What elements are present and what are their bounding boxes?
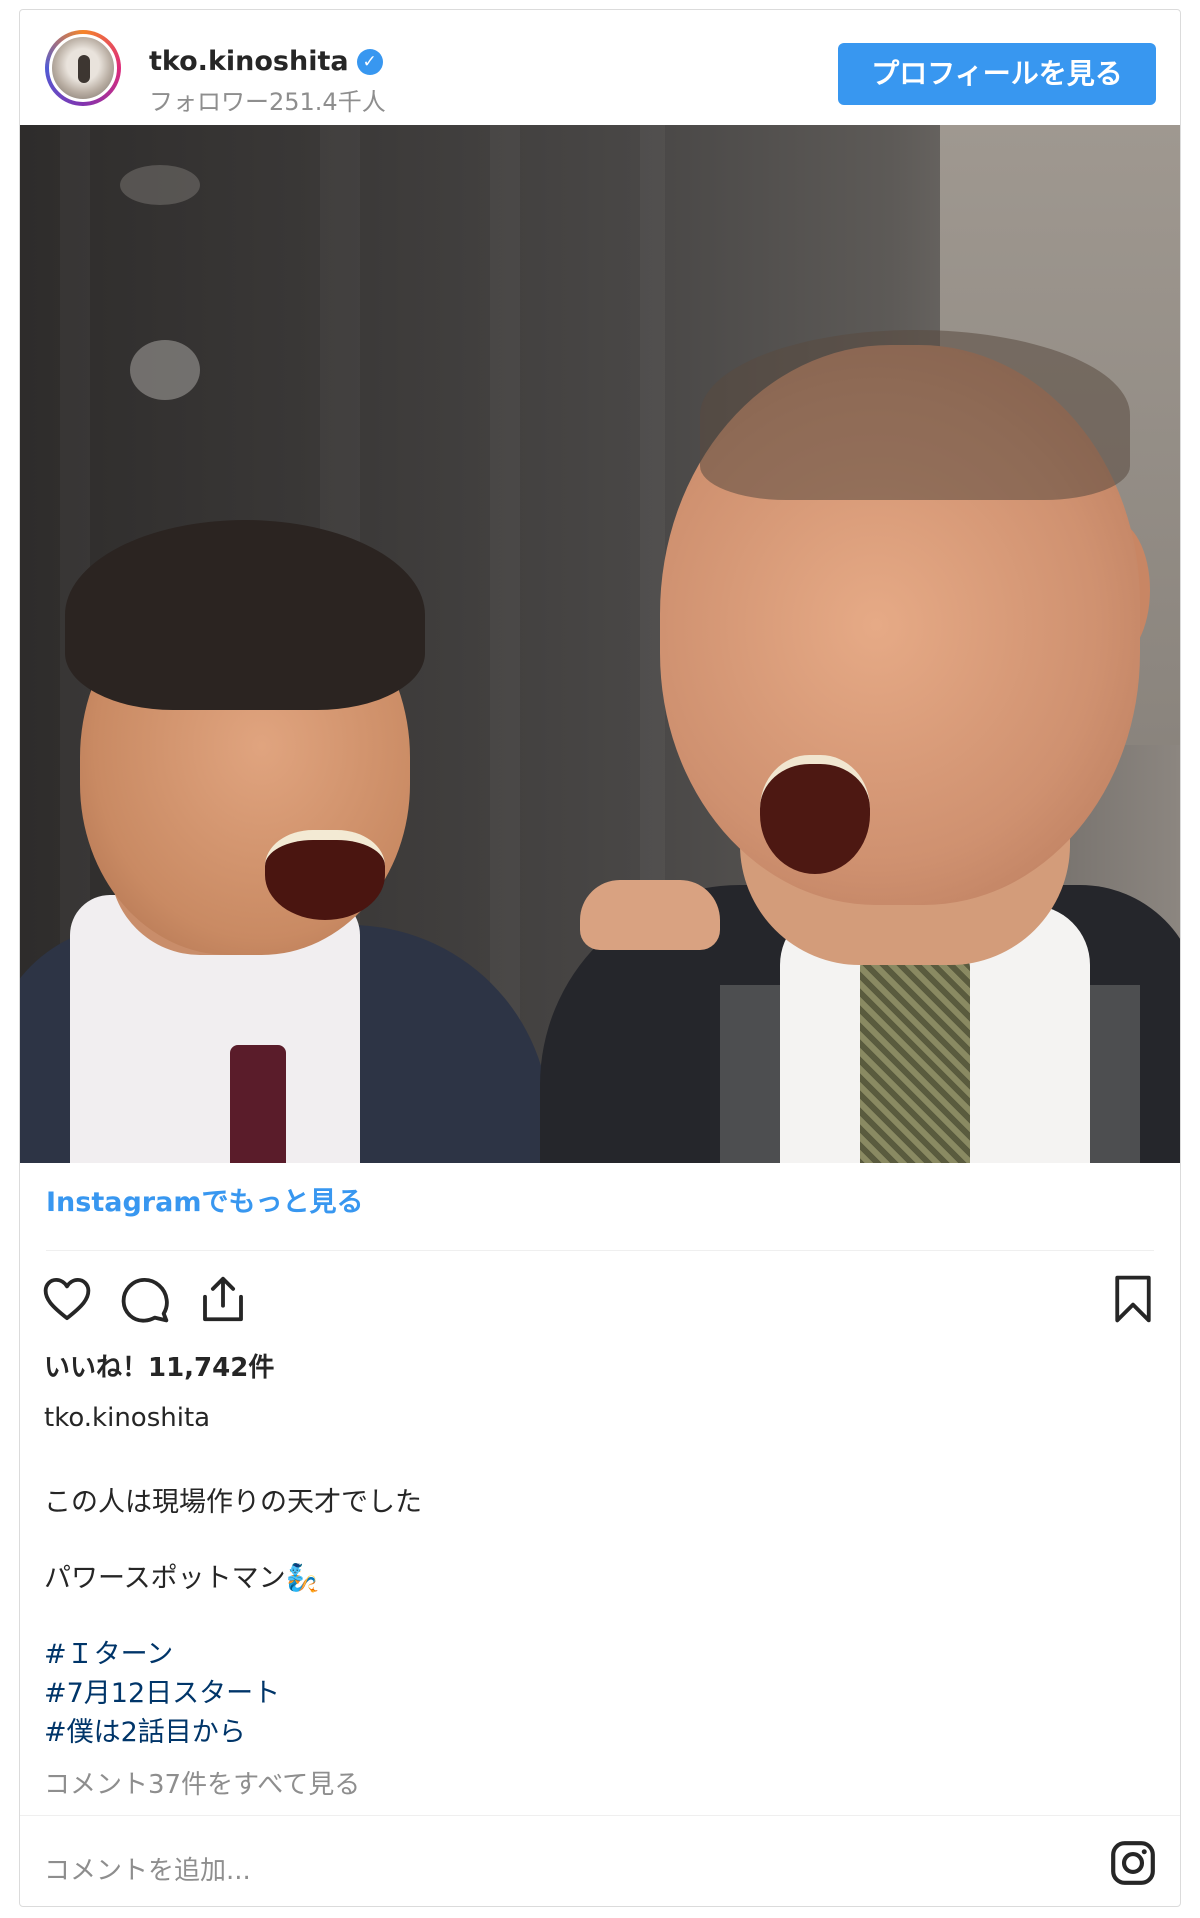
heart-icon[interactable]: [40, 1272, 94, 1326]
avatar[interactable]: [45, 30, 121, 106]
post-header: tko.kinoshita ✓ フォロワー251.4千人 プロフィールを見る: [20, 10, 1180, 125]
caption-username[interactable]: tko.kinoshita: [44, 1403, 210, 1433]
username-link[interactable]: tko.kinoshita: [149, 46, 349, 77]
instagram-embed-card: tko.kinoshita ✓ フォロワー251.4千人 プロフィールを見る I…: [19, 9, 1181, 1907]
comment-footer: コメントを追加...: [20, 1815, 1180, 1906]
add-comment-field[interactable]: コメントを追加...: [44, 1850, 251, 1887]
instagram-logo-icon[interactable]: [1108, 1838, 1158, 1888]
username-row: tko.kinoshita ✓: [149, 46, 383, 77]
view-profile-button[interactable]: プロフィールを見る: [838, 43, 1156, 105]
caption-line: パワースポットマン🧞: [44, 1563, 320, 1594]
caption-line: この人は現場作りの天才でした: [44, 1487, 422, 1518]
avatar-image: [49, 34, 117, 102]
hashtag-link[interactable]: #Ｉターン: [44, 1632, 173, 1671]
follower-count: フォロワー251.4千人: [149, 88, 386, 116]
hashtag-link[interactable]: #7月12日スタート: [44, 1671, 280, 1710]
action-bar: [40, 1272, 1160, 1328]
verified-badge-icon: ✓: [356, 48, 383, 75]
like-count[interactable]: いいね！11,742件: [44, 1347, 274, 1384]
divider: [46, 1250, 1154, 1251]
comment-icon[interactable]: [118, 1272, 172, 1326]
share-icon[interactable]: [196, 1272, 250, 1326]
bookmark-icon[interactable]: [1106, 1272, 1160, 1326]
post-photo[interactable]: [20, 125, 1180, 1163]
view-all-comments-link[interactable]: コメント37件をすべて見る: [44, 1764, 360, 1801]
view-more-on-instagram-link[interactable]: Instagramでもっと見る: [46, 1180, 363, 1219]
hashtag-link[interactable]: #僕は2話目から: [44, 1710, 246, 1749]
